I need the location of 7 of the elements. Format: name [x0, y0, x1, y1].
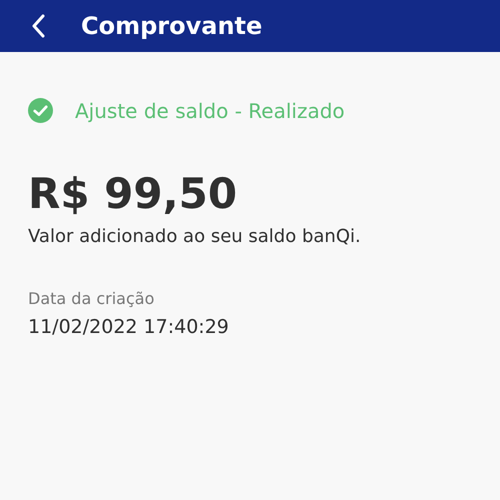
screen-title: Comprovante [81, 12, 262, 40]
back-icon[interactable] [31, 14, 45, 38]
created-date: 11/02/2022 17:40:29 [28, 316, 230, 338]
created-label: Data da criação [28, 289, 156, 308]
amount: R$ 99,50 [28, 169, 238, 218]
status-text: Ajuste de saldo - Realizado [75, 98, 345, 122]
description: Valor adicionado ao seu saldo banQi. [28, 226, 362, 247]
